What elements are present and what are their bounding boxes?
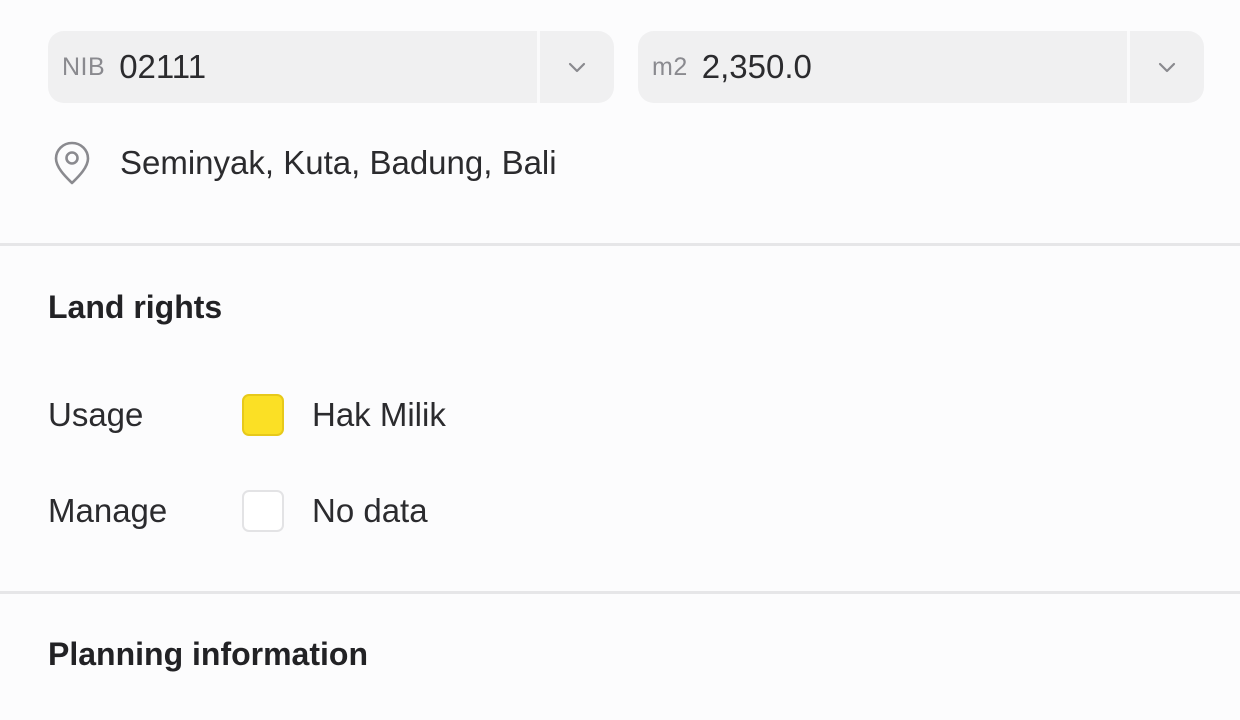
land-rights-row-label: Manage (48, 492, 168, 529)
chevron-down-icon[interactable] (566, 57, 588, 79)
planning-information-heading: Planning information (48, 636, 368, 672)
location-pin-icon (54, 141, 90, 185)
land-rights-row-value: No data (312, 492, 428, 529)
usage-color-swatch (242, 394, 284, 436)
nib-prefix: NIB (62, 52, 106, 81)
location-address: Seminyak, Kuta, Badung, Bali (120, 144, 557, 181)
area-select[interactable]: m2 2,350.0 (638, 31, 1204, 103)
nib-select[interactable]: NIB 02111 (48, 31, 614, 103)
area-unit-prefix: m2 (652, 52, 688, 81)
chevron-down-icon[interactable] (1156, 57, 1178, 79)
parcel-details-panel: NIB 02111 m2 2,350.0 Seminyak, Kuta, Bad… (0, 0, 1240, 720)
land-rights-row-value: Hak Milik (312, 396, 446, 433)
section-divider (0, 591, 1240, 594)
section-divider (0, 243, 1240, 246)
location-line: Seminyak, Kuta, Badung, Bali (52, 140, 557, 186)
parcel-fields: NIB 02111 m2 2,350.0 (48, 31, 1204, 103)
select-divider (1127, 31, 1130, 103)
land-rights-row-manage: Manage No data (48, 489, 428, 533)
select-divider (537, 31, 540, 103)
manage-color-swatch (242, 490, 284, 532)
land-rights-row-label: Usage (48, 396, 144, 433)
land-rights-row-usage: Usage Hak Milik (48, 393, 446, 437)
land-rights-heading: Land rights (48, 289, 223, 325)
